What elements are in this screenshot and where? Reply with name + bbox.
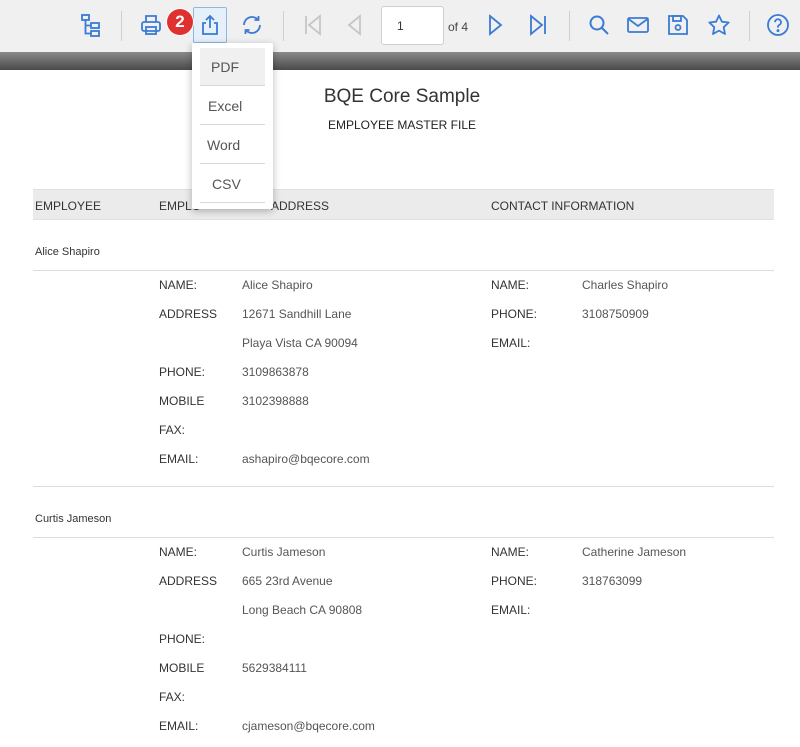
field-value: 12671 Sandhill Lane bbox=[242, 307, 352, 321]
row-divider bbox=[33, 270, 774, 271]
field-label: FAX: bbox=[159, 690, 186, 704]
help-button[interactable] bbox=[761, 8, 795, 42]
email-button[interactable] bbox=[621, 8, 655, 42]
last-page-icon bbox=[526, 13, 550, 37]
print-icon bbox=[139, 13, 163, 37]
column-header-contact: CONTACT INFORMATION bbox=[491, 199, 635, 213]
toolbar-separator bbox=[283, 11, 284, 41]
page-number-input[interactable] bbox=[381, 6, 444, 45]
toolbar-separator bbox=[749, 11, 750, 41]
field-label: PHONE: bbox=[159, 365, 206, 379]
contact-value: 318763099 bbox=[582, 574, 643, 588]
previous-page-icon bbox=[343, 13, 367, 37]
email-icon bbox=[626, 13, 650, 37]
export-word-option[interactable]: Word bbox=[200, 126, 265, 164]
export-excel-option[interactable]: Excel bbox=[200, 87, 265, 125]
export-pdf-option[interactable]: PDF bbox=[200, 48, 265, 86]
step-badge: 2 bbox=[167, 9, 193, 35]
first-page-button[interactable] bbox=[296, 8, 330, 42]
refresh-icon bbox=[240, 13, 264, 37]
print-button[interactable] bbox=[134, 8, 168, 42]
document-map-button[interactable] bbox=[74, 8, 108, 42]
toolbar-separator bbox=[569, 11, 570, 41]
contact-label: EMAIL: bbox=[491, 336, 531, 350]
employee-group-name: Curtis Jameson bbox=[35, 513, 112, 525]
contact-label: NAME: bbox=[491, 545, 530, 559]
first-page-icon bbox=[301, 13, 325, 37]
favorite-star-icon bbox=[707, 13, 731, 37]
field-label: EMAIL: bbox=[159, 452, 199, 466]
contact-label: EMAIL: bbox=[491, 603, 531, 617]
column-header-address: ADDRESS bbox=[271, 199, 330, 213]
report-header-bar bbox=[0, 52, 800, 70]
field-value: 5629384111 bbox=[242, 661, 307, 675]
document-map-icon bbox=[79, 13, 103, 37]
field-value: Long Beach CA 90808 bbox=[242, 603, 363, 617]
field-value: 3102398888 bbox=[242, 394, 309, 408]
field-value: ashapiro@bqecore.com bbox=[242, 452, 370, 466]
favorite-button[interactable] bbox=[702, 8, 736, 42]
field-value: 665 23rd Avenue bbox=[242, 574, 333, 588]
refresh-button[interactable] bbox=[235, 8, 269, 42]
export-format-menu: PDF Excel Word CSV bbox=[192, 43, 273, 209]
field-value: Playa Vista CA 90094 bbox=[242, 336, 358, 350]
contact-label: PHONE: bbox=[491, 307, 538, 321]
contact-label: PHONE: bbox=[491, 574, 538, 588]
export-csv-option[interactable]: CSV bbox=[200, 165, 265, 203]
row-divider bbox=[33, 537, 774, 538]
field-label: EMAIL: bbox=[159, 719, 199, 733]
field-value: Curtis Jameson bbox=[242, 545, 326, 559]
row-divider bbox=[33, 486, 774, 487]
contact-value: Charles Shapiro bbox=[582, 278, 669, 292]
column-header-employee: EMPLOYEE bbox=[35, 199, 102, 213]
save-button[interactable] bbox=[661, 8, 695, 42]
next-page-button[interactable] bbox=[478, 8, 512, 42]
export-icon bbox=[198, 13, 222, 37]
page-count-label: of 4 bbox=[448, 20, 469, 34]
field-label: NAME: bbox=[159, 545, 198, 559]
field-label: ADDRESS bbox=[159, 574, 218, 588]
table-header: EMPLOYEE EMPLO ADDRESS CONTACT INFORMATI… bbox=[33, 189, 774, 220]
field-label: PHONE: bbox=[159, 632, 206, 646]
export-button[interactable] bbox=[193, 7, 227, 43]
field-label: ADDRESS bbox=[159, 307, 218, 321]
toolbar-separator bbox=[121, 11, 122, 41]
previous-page-button[interactable] bbox=[338, 8, 372, 42]
report-subtitle: EMPLOYEE MASTER FILE bbox=[327, 118, 477, 132]
field-value: Alice Shapiro bbox=[242, 278, 313, 292]
field-label: NAME: bbox=[159, 278, 198, 292]
report-title: BQE Core Sample bbox=[323, 86, 481, 107]
contact-label: NAME: bbox=[491, 278, 530, 292]
contact-value: 3108750909 bbox=[582, 307, 649, 321]
employee-group-name: Alice Shapiro bbox=[35, 246, 100, 258]
field-label: MOBILE bbox=[159, 661, 205, 675]
field-label: MOBILE bbox=[159, 394, 205, 408]
help-icon bbox=[766, 13, 790, 37]
save-icon bbox=[666, 13, 690, 37]
field-value: 3109863878 bbox=[242, 365, 309, 379]
search-icon bbox=[587, 13, 611, 37]
last-page-button[interactable] bbox=[521, 8, 555, 42]
next-page-icon bbox=[483, 13, 507, 37]
field-value: cjameson@bqecore.com bbox=[242, 719, 375, 733]
field-label: FAX: bbox=[159, 423, 186, 437]
report-toolbar: 2 of 4 bbox=[0, 0, 800, 52]
contact-value: Catherine Jameson bbox=[582, 545, 687, 559]
search-button[interactable] bbox=[582, 8, 616, 42]
